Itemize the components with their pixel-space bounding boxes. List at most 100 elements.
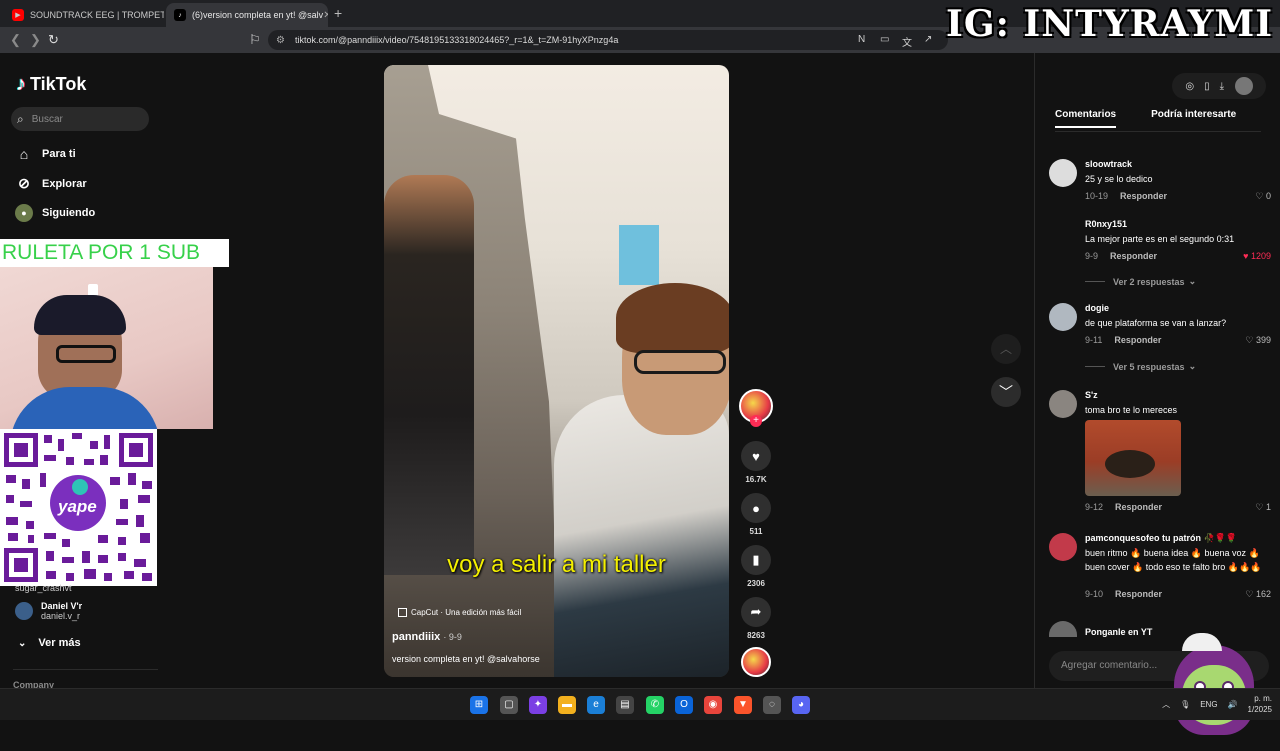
tiktok-logo[interactable]: ♪ TikTok xyxy=(16,73,86,96)
comment-button[interactable]: ● 511 xyxy=(736,493,776,536)
comment-date: 9-12 xyxy=(1085,502,1104,512)
following-account[interactable]: Daniel V'r daniel.v_r xyxy=(15,601,82,621)
yape-label: yape xyxy=(58,497,97,516)
like-count: 1 xyxy=(1265,502,1271,512)
comment-icon: ● xyxy=(741,493,771,523)
download-icon[interactable]: ⤓ xyxy=(1220,81,1224,92)
compass-icon[interactable]: ◎ xyxy=(1185,81,1194,92)
brave-icon[interactable]: ▼ xyxy=(734,696,752,714)
share-icon[interactable]: ↗ xyxy=(924,34,932,45)
nav-for-you[interactable]: ⌂ Para ti xyxy=(15,146,76,162)
close-tab-icon[interactable]: ✕ xyxy=(323,10,328,21)
video-author[interactable]: panndiiix · 9-9 xyxy=(392,631,462,643)
chevron-up-icon[interactable]: ︿ xyxy=(1162,699,1170,710)
avatar[interactable] xyxy=(1049,303,1077,331)
nav-following[interactable]: ● Siguiendo xyxy=(15,204,95,222)
discord-icon[interactable]: ◕ xyxy=(792,696,810,714)
outlook-icon[interactable]: O xyxy=(675,696,693,714)
streamer-hair xyxy=(34,295,126,335)
reply-button[interactable]: Responder xyxy=(1114,335,1161,345)
comment-date: 10-19 xyxy=(1085,191,1109,201)
profile-avatar[interactable] xyxy=(1235,77,1253,95)
avatar[interactable] xyxy=(1049,159,1077,187)
reply-button[interactable]: Responder xyxy=(1110,251,1157,261)
foreground-person-glasses xyxy=(634,350,726,374)
comment-likes[interactable]: ♡ 1 xyxy=(1255,502,1271,513)
avatar[interactable] xyxy=(1049,533,1077,561)
creator-avatar[interactable]: + xyxy=(736,389,776,427)
comment-image[interactable] xyxy=(1085,420,1181,496)
comment-likes[interactable]: ♡ 162 xyxy=(1245,589,1271,600)
like-button[interactable]: ♥ 16.7K xyxy=(736,441,776,484)
comment-user[interactable]: sloowtrack xyxy=(1085,159,1132,169)
reply-button[interactable]: Responder xyxy=(1120,191,1167,201)
comment-user[interactable]: pamconquesofeo tu patrón 🥀🌹🌹 xyxy=(1085,533,1237,544)
comment-likes[interactable]: ♥ 1209 xyxy=(1243,251,1271,261)
account-name: Daniel V'r xyxy=(41,601,83,611)
comment-date: 9-10 xyxy=(1085,589,1104,599)
phone-icon[interactable]: ▯ xyxy=(1204,81,1210,92)
store-icon[interactable]: ▤ xyxy=(616,696,634,714)
previous-video-button[interactable]: ︿ xyxy=(991,334,1021,364)
see-more-button[interactable]: ⌄ Ver más xyxy=(18,637,81,649)
no-tracking-icon[interactable]: N xyxy=(858,34,865,45)
save-button[interactable]: ▮ 2306 xyxy=(736,545,776,588)
avatar[interactable] xyxy=(1049,219,1077,247)
new-tab-button[interactable]: + xyxy=(334,5,342,21)
comment-likes[interactable]: ♡ 399 xyxy=(1245,335,1271,346)
back-icon[interactable]: ❮ xyxy=(10,32,21,48)
browser-tab-active[interactable]: ♪ (6)version completa en yt! @salv ✕ xyxy=(166,3,328,27)
clock[interactable]: p. m. 1/2025 xyxy=(1248,693,1272,715)
language-indicator[interactable]: ENG xyxy=(1200,700,1217,709)
translate-icon[interactable]: 文 xyxy=(902,34,912,49)
folder-icon[interactable]: ▬ xyxy=(558,696,576,714)
obs-icon[interactable]: ◌ xyxy=(763,696,781,714)
comment-user[interactable]: dogie xyxy=(1085,303,1109,313)
edge-icon[interactable]: e xyxy=(587,696,605,714)
forward-icon[interactable]: ❯ xyxy=(30,32,41,48)
following-account[interactable]: sugar_crashvt xyxy=(15,583,72,593)
search-input[interactable]: ⌕ Buscar xyxy=(11,107,149,131)
video-player[interactable]: voy a salir a mi taller CapCut · Una edi… xyxy=(384,65,729,677)
foreground-person-body xyxy=(554,395,729,677)
comment-meta: 9-12 Responder xyxy=(1085,502,1162,512)
comment-item: dogie de que plataforma se van a lanzar?… xyxy=(1049,303,1271,346)
account-handle: daniel.v_r xyxy=(41,611,81,621)
follow-plus-icon[interactable]: + xyxy=(750,415,762,427)
avatar[interactable] xyxy=(1049,390,1077,418)
reply-button[interactable]: Responder xyxy=(1115,589,1162,599)
music-disc[interactable] xyxy=(736,647,776,677)
volume-icon[interactable]: 🔊 xyxy=(1228,700,1238,709)
url-field[interactable]: ⚙ tiktok.com/@panndiiix/video/7548195133… xyxy=(268,30,948,50)
whatsapp-icon[interactable]: ✆ xyxy=(646,696,664,714)
reply-button[interactable]: Responder xyxy=(1115,502,1162,512)
comment-user[interactable]: Ponganle en YT xyxy=(1085,627,1152,637)
comment-user[interactable]: S'z xyxy=(1085,390,1098,400)
like-count: 0 xyxy=(1265,191,1271,201)
picture-icon[interactable]: ▭ xyxy=(880,34,889,45)
chevron-down-icon: ⌄ xyxy=(1188,361,1197,371)
browser-tab[interactable]: ▶ SOUNDTRACK EEG | TROMPETAS DE xyxy=(4,3,164,27)
next-video-button[interactable]: ﹀ xyxy=(991,377,1021,407)
start-icon[interactable]: ⊞ xyxy=(470,696,488,714)
comment-user[interactable]: R0nxy151 xyxy=(1085,219,1127,229)
share-button[interactable]: ➦ 8263 xyxy=(736,597,776,640)
view-replies-button[interactable]: Ver 2 respuestas ⌄ xyxy=(1085,276,1196,287)
copilot-icon[interactable]: ✦ xyxy=(529,696,547,714)
bookmark-icon[interactable]: ⚐ xyxy=(249,32,261,48)
tab-suggested[interactable]: Podría interesarte xyxy=(1151,109,1236,128)
comment-meta: 10-19 Responder xyxy=(1085,191,1167,201)
logo-text: TikTok xyxy=(30,74,87,94)
avatar[interactable] xyxy=(1049,621,1077,637)
capcut-tag[interactable]: CapCut · Una edición más fácil xyxy=(398,608,521,617)
task-view-icon[interactable]: ▢ xyxy=(500,696,518,714)
microphone-icon[interactable]: 🎙 xyxy=(1180,700,1190,709)
tab-comments[interactable]: Comentarios xyxy=(1055,109,1117,128)
nav-explore[interactable]: ⊘ Explorar xyxy=(15,175,87,192)
comment-likes[interactable]: ♡ 0 xyxy=(1255,191,1271,202)
reload-icon[interactable]: ↻ xyxy=(48,32,59,48)
share-icon: ➦ xyxy=(741,597,771,627)
view-replies-button[interactable]: Ver 5 respuestas ⌄ xyxy=(1085,361,1196,372)
chrome-icon[interactable]: ◉ xyxy=(704,696,722,714)
site-info-icon[interactable]: ⚙ xyxy=(276,35,285,46)
